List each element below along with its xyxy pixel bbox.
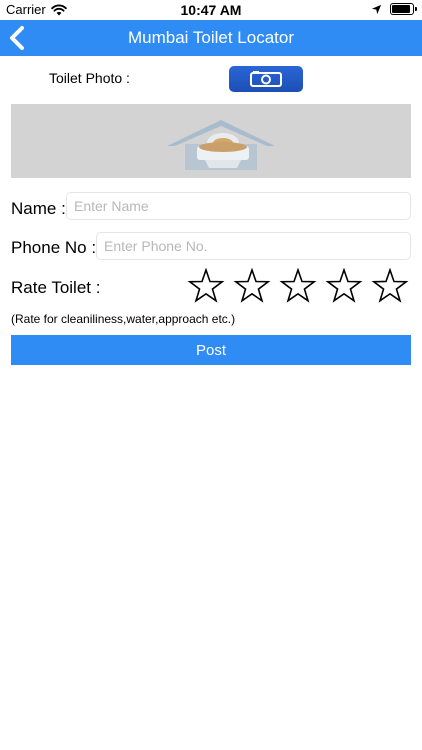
page-title: Mumbai Toilet Locator [128,28,294,47]
screen: Carrier 10:47 AM Mumbai Toilet Locator T… [0,0,422,750]
status-bar: Carrier 10:47 AM [0,0,422,20]
toilet-photo-label: Toilet Photo : [49,70,130,86]
rate-toilet-label: Rate Toilet : [11,278,101,297]
location-arrow-icon [371,4,382,14]
status-right [371,3,417,15]
phone-label: Phone No : [11,238,97,257]
star-1-icon[interactable] [186,268,226,304]
post-button[interactable]: Post [11,335,411,365]
star-2-icon[interactable] [232,268,272,304]
toilet-image [167,120,275,170]
star-5-icon[interactable] [370,268,410,304]
name-input[interactable] [66,192,411,220]
nav-bar: Mumbai Toilet Locator [0,20,422,56]
battery-icon [390,3,417,15]
star-rating [186,268,410,304]
phone-input[interactable] [96,232,411,260]
status-time: 10:47 AM [180,2,242,18]
battery-level [392,5,410,13]
star-3-icon[interactable] [278,268,318,304]
camera-icon [250,71,282,87]
star-4-icon[interactable] [324,268,364,304]
photo-preview [11,104,411,178]
rating-hint: (Rate for cleaniliness,water,approach et… [11,312,236,326]
name-label: Name : [11,199,66,218]
camera-button[interactable] [229,66,303,92]
